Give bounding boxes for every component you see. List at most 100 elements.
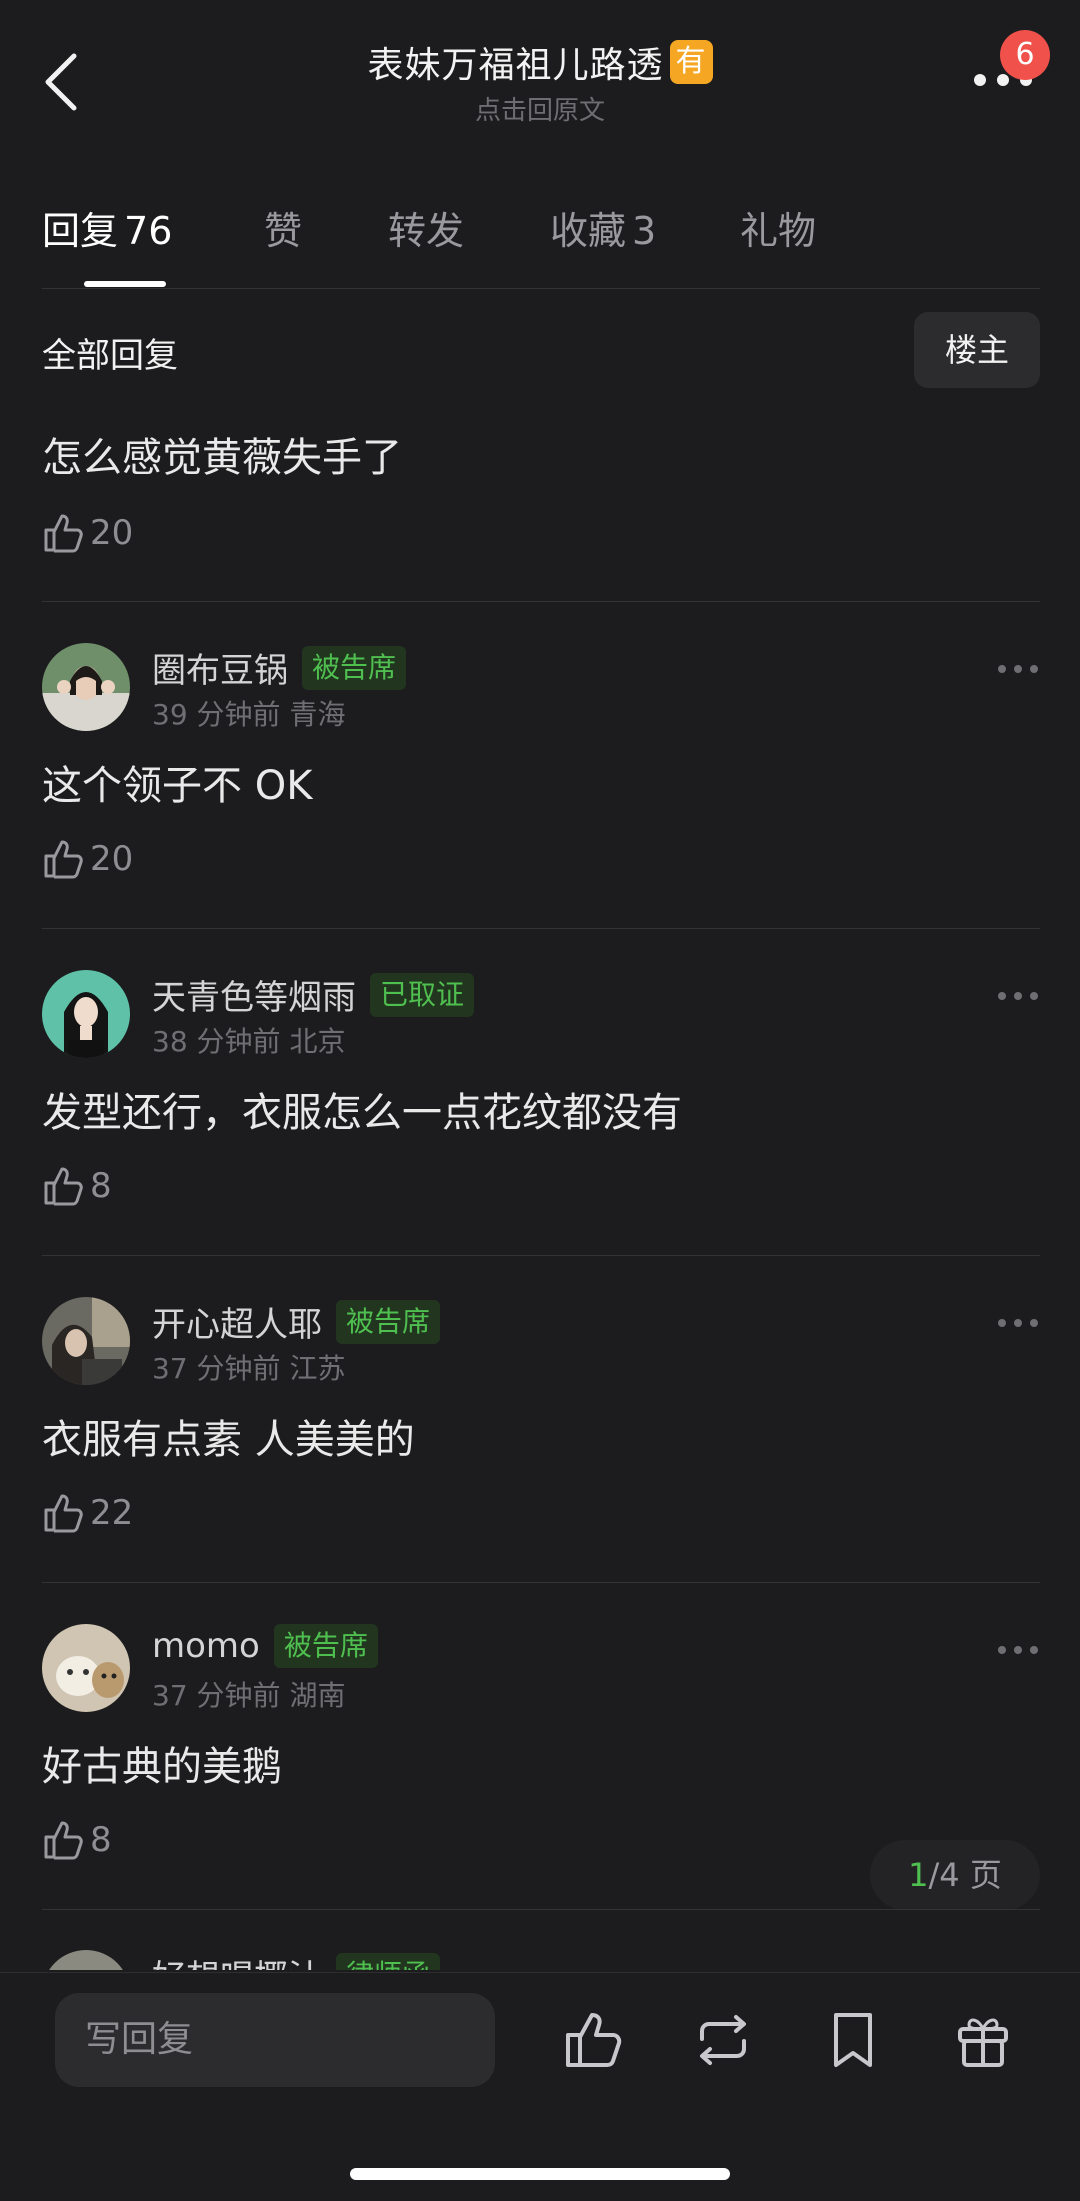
- username[interactable]: 天青色等烟雨: [152, 970, 356, 1019]
- like-button[interactable]: 8: [42, 1819, 112, 1861]
- tab-gifts[interactable]: 礼物: [740, 200, 816, 290]
- title-badge: 有: [669, 40, 713, 84]
- comment-text: 发型还行，衣服怎么一点花纹都没有: [42, 1090, 682, 1136]
- comment-time: 37 分钟前: [152, 1679, 281, 1712]
- tab-likes[interactable]: 赞: [264, 200, 388, 290]
- divider: [42, 288, 1040, 289]
- notification-badge: 6: [1000, 30, 1050, 80]
- tab-favorites[interactable]: 收藏 3: [550, 200, 740, 290]
- comment-location: 湖南: [289, 1679, 346, 1712]
- comment-text: 好古典的美鹅: [42, 1744, 282, 1790]
- like-count: 8: [90, 1166, 112, 1206]
- owner-filter-button[interactable]: 楼主: [914, 312, 1040, 388]
- divider: [42, 1255, 1040, 1256]
- comment-text: 怎么感觉黄薇失手了: [42, 435, 402, 481]
- like-button[interactable]: 22: [42, 1492, 133, 1534]
- divider: [42, 601, 1040, 602]
- divider: [42, 1582, 1040, 1583]
- username-line: 天青色等烟雨 已取证: [152, 970, 475, 1019]
- comment-text: 衣服有点素 人美美的: [42, 1417, 415, 1463]
- comment-more-icon[interactable]: [996, 663, 1040, 675]
- divider: [42, 928, 1040, 929]
- username[interactable]: 圈布豆锅: [152, 643, 288, 692]
- header: 表妹万福祖儿路透 有 点击回原文 6: [0, 0, 1080, 170]
- post-title: 表妹万福祖儿路透 有: [367, 36, 713, 88]
- page-indicator[interactable]: 1/4 页: [870, 1840, 1040, 1910]
- like-button[interactable]: 8: [42, 1165, 112, 1207]
- comment-meta: 37 分钟前 江苏: [152, 1347, 345, 1387]
- comment-header: 开心超人耶 被告席 37 分钟前 江苏: [42, 1297, 1040, 1387]
- username[interactable]: momo: [152, 1626, 260, 1666]
- like-button[interactable]: 20: [42, 838, 133, 880]
- tab-label: 赞: [264, 209, 303, 253]
- avatar[interactable]: [42, 970, 130, 1058]
- thumbs-up-icon: [44, 1167, 83, 1206]
- comment-time: 37 分钟前: [152, 1352, 281, 1385]
- user-tag: 被告席: [302, 645, 407, 690]
- tab-label: 收藏: [550, 209, 627, 253]
- username-line: 好想喝椰汁 律师函: [152, 1950, 441, 1970]
- comment-more-icon[interactable]: [996, 1644, 1040, 1656]
- comment-meta: 38 分钟前 北京: [152, 1020, 345, 1060]
- active-tab-indicator: [84, 281, 166, 287]
- comment-item: 怎么感觉黄薇失手了 20: [42, 430, 1040, 554]
- bottom-action-bar: 写回复: [0, 1972, 1080, 2201]
- comment-item: 天青色等烟雨 已取证 38 分钟前 北京 发型还行，衣服怎么一点花纹都没有 8: [42, 970, 1040, 1250]
- comment-meta: 37 分钟前 湖南: [152, 1674, 345, 1714]
- thumbs-up-icon: [44, 1494, 83, 1533]
- username-line: 开心超人耶 被告席: [152, 1297, 441, 1346]
- comment-location: 青海: [289, 698, 346, 731]
- avatar[interactable]: [42, 1624, 130, 1712]
- tab-reposts[interactable]: 转发: [388, 200, 550, 290]
- avatar[interactable]: [42, 643, 130, 731]
- thumbs-up-icon: [44, 514, 83, 553]
- all-replies-label: 全部回复: [42, 336, 178, 376]
- comment-text: 这个领子不 OK: [42, 763, 313, 809]
- comment-location: 江苏: [289, 1352, 346, 1385]
- divider: [42, 1909, 1040, 1910]
- bookmark-icon[interactable]: [822, 2009, 884, 2071]
- user-tag: 已取证: [370, 972, 475, 1017]
- like-count: 8: [90, 1820, 112, 1860]
- total-pages: /4 页: [928, 1856, 1002, 1894]
- comment-header: 圈布豆锅 被告席 39 分钟前 青海: [42, 643, 1040, 733]
- username-line: 圈布豆锅 被告席: [152, 643, 407, 692]
- comment-time: 38 分钟前: [152, 1025, 281, 1058]
- title-area[interactable]: 表妹万福祖儿路透 有 点击回原文: [0, 36, 1080, 127]
- comment-header: 天青色等烟雨 已取证 38 分钟前 北京: [42, 970, 1040, 1060]
- avatar[interactable]: [42, 1950, 130, 1970]
- comment-item-partial: 好想喝椰汁 律师函: [42, 1950, 1040, 1970]
- avatar[interactable]: [42, 1297, 130, 1385]
- thumbs-up-icon: [44, 840, 83, 879]
- user-tag: 被告席: [273, 1624, 378, 1668]
- like-post-icon[interactable]: [562, 2009, 624, 2071]
- current-page: 1: [908, 1856, 929, 1894]
- tab-bar: 回复 76 赞 转发 收藏 3 礼物: [42, 200, 816, 290]
- comment-header: momo 被告席 37 分钟前 湖南: [42, 1624, 1040, 1714]
- reply-input[interactable]: 写回复: [55, 1993, 495, 2087]
- post-title-text: 表妹万福祖儿路透: [367, 45, 664, 86]
- tab-count: 76: [124, 209, 173, 253]
- comment-location: 北京: [289, 1025, 346, 1058]
- like-count: 22: [90, 1493, 134, 1533]
- comment-more-icon[interactable]: [996, 1317, 1040, 1329]
- like-button[interactable]: 20: [42, 512, 1040, 554]
- thumbs-up-icon: [44, 1821, 83, 1860]
- tab-label: 礼物: [740, 209, 817, 253]
- user-tag: 律师函: [336, 1952, 441, 1970]
- tab-count: 3: [632, 209, 657, 253]
- gift-icon[interactable]: [952, 2009, 1014, 2071]
- tab-label: 回复: [42, 209, 119, 253]
- username-line: momo 被告席: [152, 1624, 378, 1668]
- username[interactable]: 好想喝椰汁: [152, 1950, 322, 1970]
- username[interactable]: 开心超人耶: [152, 1297, 322, 1346]
- repost-icon[interactable]: [692, 2009, 754, 2071]
- comment-time: 39 分钟前: [152, 698, 281, 731]
- back-to-original-link[interactable]: 点击回原文: [0, 90, 1080, 127]
- like-count: 20: [90, 513, 134, 553]
- like-count: 20: [90, 839, 134, 879]
- section-header: 全部回复 楼主: [42, 312, 1040, 388]
- tab-label: 转发: [388, 209, 465, 253]
- comment-more-icon[interactable]: [996, 990, 1040, 1002]
- tab-replies[interactable]: 回复 76: [42, 200, 264, 290]
